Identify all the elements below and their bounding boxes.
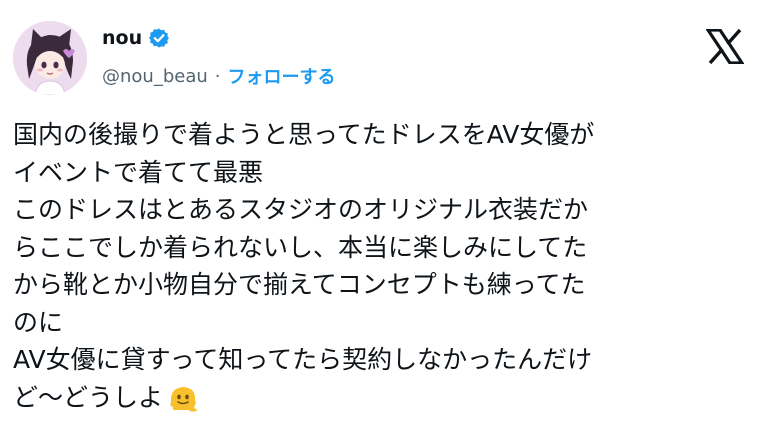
- verified-badge-icon: [149, 28, 170, 48]
- separator-dot: ·: [214, 65, 221, 87]
- tweet-text: 国内の後撮りで着ようと思ってたドレスをAV女優が イベントで着てて最悪 このドレ…: [13, 120, 595, 412]
- x-logo-icon[interactable]: [706, 29, 744, 64]
- anime-girl-avatar-icon: [13, 21, 87, 95]
- author-name-row: nou: [102, 27, 170, 49]
- author-handle-row: @nou_beau · フォローする: [102, 63, 336, 89]
- tweet-body: 国内の後撮りで着ようと思ってたドレスをAV女優が イベントで着てて最悪 このドレ…: [13, 116, 753, 416]
- tweet-card: nou @nou_beau · フォローする 国内の後撮りで着ようと思ってたドレ…: [0, 0, 768, 422]
- author-handle[interactable]: @nou_beau: [102, 66, 208, 87]
- follow-button[interactable]: フォローする: [228, 63, 336, 89]
- melting-face-emoji: [170, 386, 198, 412]
- avatar[interactable]: [13, 21, 87, 95]
- author-display-name[interactable]: nou: [102, 27, 142, 49]
